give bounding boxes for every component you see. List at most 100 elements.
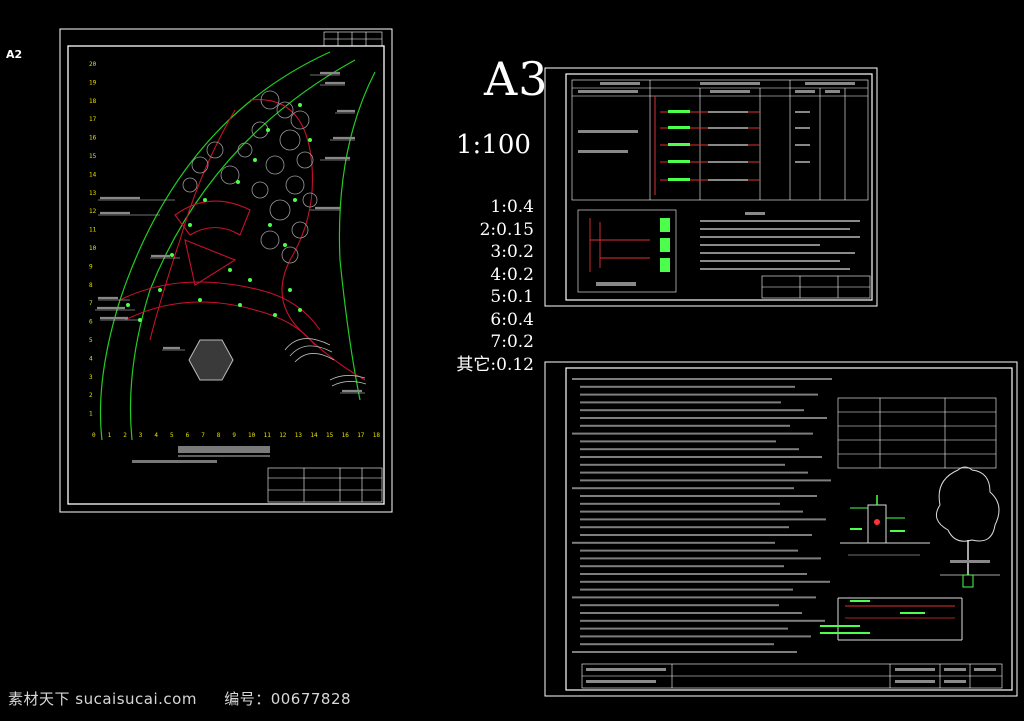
note-text-line — [580, 643, 774, 646]
line-weight-item: 2:0.15 — [479, 219, 534, 240]
note-text-line — [580, 526, 789, 529]
grid-number-x: 18 — [373, 432, 381, 439]
grid-number-y: 3 — [89, 374, 93, 381]
grid-number-x: 12 — [279, 432, 287, 439]
line-weight-item: 1:0.4 — [490, 197, 534, 217]
tree-elevation — [935, 466, 1000, 588]
grid-number-y: 12 — [89, 208, 97, 215]
sheet-size-label-a2: A2 — [6, 48, 23, 61]
plan-sheet-outer-frame — [59, 28, 393, 513]
schedule-notes — [700, 212, 860, 270]
distribution-table — [571, 79, 869, 201]
curved-steps — [284, 338, 367, 387]
control-diagram — [577, 209, 677, 293]
grid-number-x: 15 — [326, 432, 334, 439]
note-text-line — [580, 627, 788, 630]
grid-number-y: 11 — [89, 227, 97, 234]
line-weight-item: 4:0.2 — [490, 264, 534, 285]
note-text-line — [580, 463, 785, 466]
note-text-line — [580, 401, 781, 404]
drawing-scale: 1:100 — [456, 130, 531, 160]
annotation-leaders — [95, 74, 365, 394]
note-text-line — [580, 549, 798, 552]
hexagon-pavilion — [188, 339, 234, 381]
grid-number-x: 2 — [123, 432, 127, 439]
note-text-line — [580, 580, 830, 583]
plan-title — [132, 446, 270, 463]
grid-number-y: 16 — [89, 135, 97, 142]
grid-number-x: 17 — [357, 432, 365, 439]
line-weight-item: 3:0.2 — [490, 242, 534, 262]
feeder-marks — [668, 110, 690, 181]
plan-sheet: 0 1 2 3 4 5 6 7 8 9 10 11 12 13 14 15 16 17 18201918171615… — [59, 28, 393, 513]
grid-number-y: 9 — [89, 263, 93, 270]
note-text-line — [580, 393, 818, 396]
note-text-line — [580, 557, 821, 560]
note-text-line — [580, 448, 799, 451]
grid-number-x: 0 — [92, 432, 96, 439]
table-text-marks — [578, 82, 855, 181]
note-text-line — [572, 487, 794, 490]
line-weight-item: 7:0.2 — [490, 332, 534, 352]
schedule-title-block — [761, 275, 871, 299]
note-text-line — [572, 378, 832, 380]
plaza-outline — [119, 99, 366, 381]
grid-number-y: 8 — [89, 282, 93, 289]
line-weight-item: 5:0.1 — [490, 287, 534, 307]
grid-number-y: 2 — [89, 392, 93, 399]
note-text-line — [580, 619, 825, 622]
schedule-sheet — [544, 67, 878, 307]
grid-number-x: 11 — [264, 432, 272, 439]
note-text-line — [580, 385, 795, 388]
line-weight-item: 6:0.4 — [490, 309, 534, 330]
grid-number-y: 18 — [89, 98, 97, 105]
grid-number-x: 9 — [232, 432, 236, 439]
note-text-line — [580, 471, 808, 474]
grid-number-x: 1 — [108, 432, 112, 439]
grid-number-y: 4 — [89, 355, 93, 362]
grid-number-y: 5 — [89, 337, 93, 344]
grid-number-x: 14 — [310, 432, 318, 439]
schedule-outer-frame — [544, 67, 878, 307]
grid-number-x: 4 — [154, 432, 158, 439]
note-text-line — [572, 651, 797, 653]
grid-number-y: 14 — [89, 171, 97, 178]
lighting-points — [126, 103, 312, 322]
note-text-line — [580, 635, 811, 638]
grid-number-x: 7 — [201, 432, 205, 439]
notes-sheet — [544, 361, 1018, 697]
notes-table — [837, 397, 997, 469]
note-text-line — [580, 479, 831, 482]
note-text-line — [580, 417, 827, 419]
note-text-line — [580, 502, 780, 505]
grid-number-x: 13 — [295, 432, 303, 439]
note-text-line — [572, 596, 816, 599]
note-text-line — [580, 534, 812, 536]
note-text-line — [580, 510, 803, 513]
plan-sheet-inner-frame — [67, 45, 385, 505]
note-text-line — [580, 604, 779, 607]
note-text-line — [580, 409, 804, 412]
note-text-line — [580, 588, 793, 591]
grid-number-y: 17 — [89, 116, 97, 123]
sheet-size-label-a3: A3 — [484, 52, 549, 106]
notes-title-block — [581, 663, 1003, 689]
note-text-line — [572, 432, 813, 435]
notes-title-block-text — [586, 668, 996, 683]
schedule-inner-frame — [565, 73, 873, 301]
grid-number-x: 3 — [139, 432, 143, 439]
grid-number-x: 6 — [186, 432, 190, 439]
note-text-line — [580, 424, 790, 427]
grid-number-y: 10 — [89, 245, 97, 252]
grid-number-y: 6 — [89, 319, 93, 326]
note-text-line — [580, 518, 826, 521]
cable-trench-section — [820, 597, 963, 641]
watermark-site: 素材天下 sucaisucai.com — [8, 690, 197, 708]
plan-top-table — [323, 31, 383, 47]
note-text-line — [580, 440, 776, 443]
grid-number-y: 7 — [89, 300, 93, 307]
grid-number-x: 5 — [170, 432, 174, 439]
grid-number-x: 8 — [217, 432, 221, 439]
grid-number-x: 16 — [342, 432, 350, 439]
grid-number-y: 20 — [89, 61, 97, 68]
